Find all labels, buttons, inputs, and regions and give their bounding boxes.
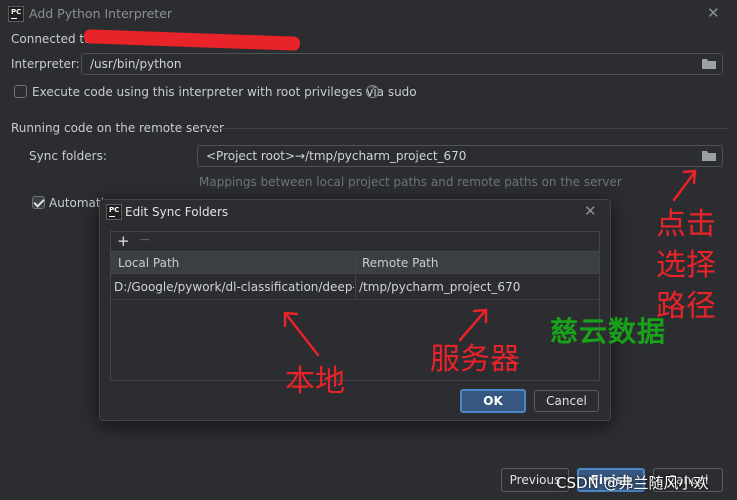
ok-button[interactable]: OK — [460, 389, 526, 413]
table-header: Local Path Remote Path — [111, 252, 599, 274]
brand-watermark: 慈云数据 — [550, 315, 667, 348]
annotation-click-1: 点击 — [656, 207, 716, 242]
section-divider — [200, 128, 728, 129]
sync-folders-table: + − Local Path Remote Path D:/Google/pyw… — [110, 231, 600, 381]
sync-folders-value: <Project root>→/tmp/pycharm_project_670 — [206, 149, 467, 163]
add-icon[interactable]: + — [117, 232, 130, 250]
sync-folders-label: Sync folders: — [29, 149, 107, 163]
pycharm-logo: PC — [106, 204, 122, 220]
window-title: Add Python Interpreter — [29, 6, 173, 21]
remove-icon[interactable]: − — [139, 232, 151, 248]
interpreter-field[interactable]: /usr/bin/python — [81, 53, 723, 75]
annotation-local: 本地 — [285, 364, 345, 399]
annotation-click-2: 选择 — [656, 248, 716, 283]
redaction-scribble — [83, 29, 301, 51]
table-toolbar: + − — [111, 232, 599, 252]
sync-hint: Mappings between local project paths and… — [199, 175, 622, 189]
column-local-path[interactable]: Local Path — [118, 256, 179, 270]
sync-folders-field[interactable]: <Project root>→/tmp/pycharm_project_670 — [197, 145, 723, 167]
column-remote-path[interactable]: Remote Path — [362, 256, 438, 270]
interpreter-value: /usr/bin/python — [90, 57, 182, 71]
dialog-title: Edit Sync Folders — [125, 205, 229, 219]
local-path-cell: D:/Google/pywork/dl-classification/deep-… — [114, 280, 354, 294]
cancel-button[interactable]: Cancel — [534, 390, 599, 412]
column-divider — [355, 274, 356, 299]
folder-icon[interactable] — [702, 58, 716, 69]
table-row[interactable]: D:/Google/pywork/dl-classification/deep-… — [111, 274, 599, 300]
auto-upload-checkbox[interactable] — [32, 196, 45, 209]
connected-label: Connected to — [11, 32, 92, 46]
sudo-checkbox[interactable] — [14, 85, 27, 98]
edit-sync-folders-dialog: PC Edit Sync Folders ✕ + − Local Path Re… — [99, 199, 611, 421]
interpreter-label: Interpreter: — [11, 57, 80, 71]
column-divider — [355, 252, 356, 274]
help-icon[interactable]: ? — [366, 85, 379, 98]
annotation-server: 服务器 — [430, 342, 520, 377]
remote-path-cell: /tmp/pycharm_project_670 — [359, 280, 521, 294]
csdn-watermark: CSDN @弗兰随风小欢 — [556, 474, 709, 492]
folder-icon[interactable] — [702, 150, 716, 161]
close-icon[interactable]: ✕ — [707, 4, 720, 22]
section-title: Running code on the remote server — [11, 121, 224, 135]
sudo-checkbox-label: Execute code using this interpreter with… — [32, 85, 417, 99]
close-icon[interactable]: ✕ — [584, 202, 597, 220]
pycharm-logo: PC — [8, 6, 24, 22]
